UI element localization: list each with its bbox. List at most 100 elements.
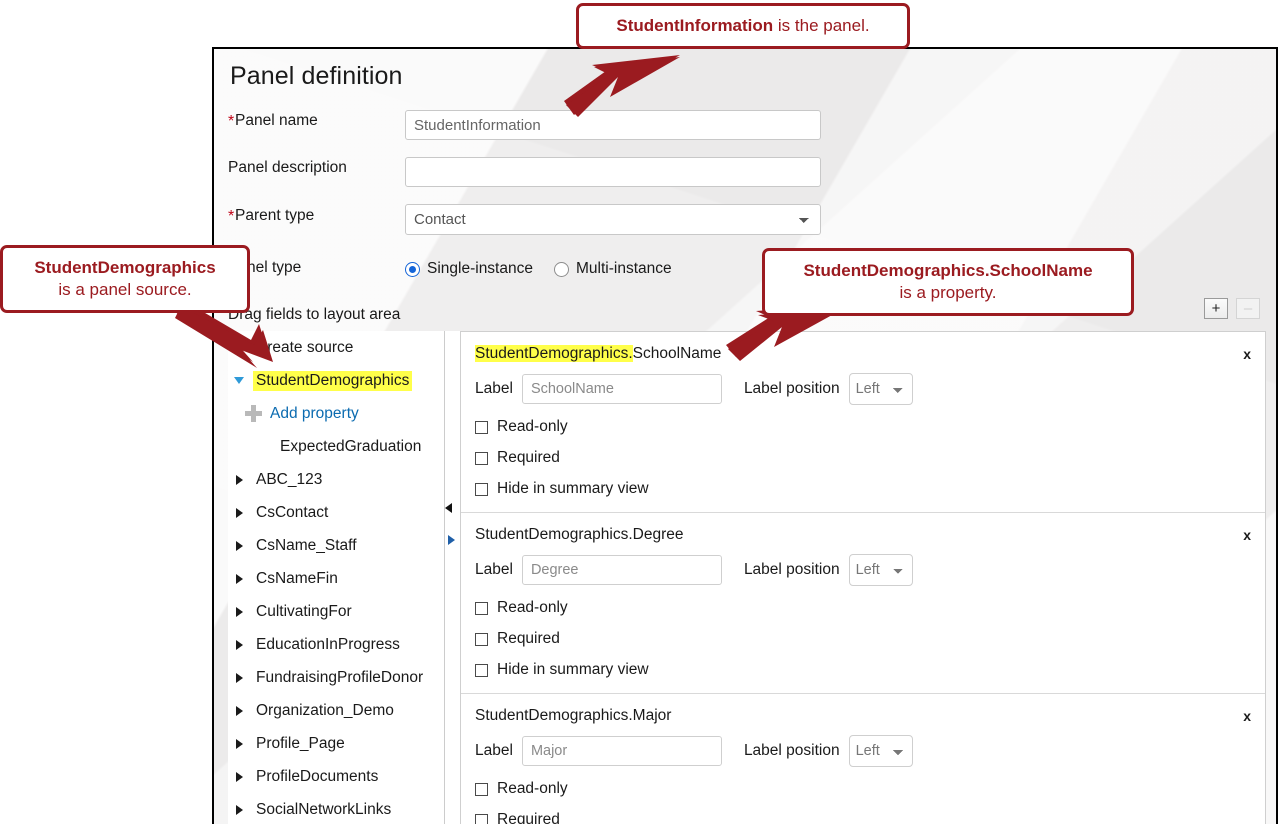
label-position-select[interactable]: Left — [848, 554, 913, 586]
panel-name-label: Panel name — [235, 112, 318, 129]
caret-right-icon[interactable] — [228, 573, 250, 584]
tree-item-cultivatingfor[interactable]: CultivatingFor — [228, 595, 444, 628]
caret-right-glyph — [235, 738, 243, 749]
plus-glyph — [231, 339, 248, 356]
caret-right-icon[interactable] — [228, 705, 250, 716]
tree-item-label: Create source — [256, 338, 354, 356]
parent-type-select[interactable]: Contact — [405, 204, 821, 235]
property-card-title: StudentDemographics.Degree — [475, 526, 684, 544]
tree-item-label: StudentDemographics — [253, 370, 413, 391]
tree-item-cscontact[interactable]: CsContact — [228, 496, 444, 529]
remove-property-button[interactable]: x — [1243, 708, 1251, 724]
caret-right-glyph — [235, 804, 243, 815]
tree-item-socialnetworklinks[interactable]: SocialNetworkLinks — [228, 793, 444, 824]
panel-layout-area[interactable]: StudentDemographics.SchoolName x LabelLabe… — [460, 331, 1266, 824]
screenshot-root: Panel definition * Panel name Panel desc… — [0, 0, 1284, 824]
checkbox-icon[interactable] — [475, 451, 488, 465]
callout-panel: StudentInformation is the panel. — [576, 3, 910, 49]
tree-item-label: ABC_123 — [256, 470, 323, 488]
plus-icon[interactable] — [242, 405, 264, 422]
radio-multi-instance[interactable]: Multi-instance — [554, 260, 672, 278]
label-position-select[interactable]: Left — [848, 735, 913, 767]
caret-right-glyph — [235, 705, 243, 716]
field-source-tree[interactable]: Create source StudentDemographics Add prop… — [228, 331, 445, 824]
callout-panel-source: StudentDemographics is a panel source. — [0, 245, 250, 313]
caret-down-icon[interactable] — [228, 377, 250, 384]
checkbox-icon[interactable] — [475, 420, 488, 434]
caret-right-icon[interactable] — [228, 672, 250, 683]
tree-item-csnamefin[interactable]: CsNameFin — [228, 562, 444, 595]
caret-right-glyph — [235, 771, 243, 782]
tree-item-organization-demo[interactable]: Organization_Demo — [228, 694, 444, 727]
checkbox-label: Required — [497, 630, 560, 647]
splitter-collapse-left-icon[interactable] — [445, 503, 452, 513]
callout-panel-bold: StudentInformation — [616, 16, 774, 35]
caret-right-icon[interactable] — [228, 771, 250, 782]
parent-type-label: Parent type — [235, 207, 315, 224]
checkbox-icon[interactable] — [475, 632, 488, 646]
panel-description-label: Panel description — [228, 159, 347, 176]
caret-right-glyph — [235, 639, 243, 650]
caret-right-icon[interactable] — [228, 639, 250, 650]
label-input[interactable] — [521, 736, 722, 766]
remove-property-button[interactable]: x — [1243, 527, 1251, 543]
checkbox-read-only[interactable]: Read-only — [475, 780, 1265, 798]
checkbox-icon[interactable] — [475, 482, 488, 496]
plus-icon[interactable] — [228, 339, 250, 356]
tree-item-create-source[interactable]: Create source — [228, 331, 444, 364]
tree-item-profile-page[interactable]: Profile_Page — [228, 727, 444, 760]
checkbox-icon[interactable] — [475, 663, 488, 677]
caret-right-icon[interactable] — [228, 804, 250, 815]
checkbox-read-only[interactable]: Read-only — [475, 418, 1265, 436]
caret-right-icon[interactable] — [228, 606, 250, 617]
label-caption: Label — [475, 742, 513, 759]
label-input[interactable] — [521, 374, 722, 404]
property-card: StudentDemographics.Major x Label Label pos… — [461, 694, 1265, 824]
caret-right-icon[interactable] — [228, 738, 250, 749]
tree-item-label: Add property — [270, 404, 359, 422]
checkbox-icon[interactable] — [475, 601, 488, 615]
tree-item-add-property[interactable]: Add property — [228, 397, 444, 430]
tree-item-educationinprogress[interactable]: EducationInProgress — [228, 628, 444, 661]
checkbox-required[interactable]: Required — [475, 449, 1265, 467]
radio-selected-icon — [405, 261, 420, 277]
caret-right-icon[interactable] — [228, 540, 250, 551]
radio-multi-instance-label: Multi-instance — [576, 260, 672, 277]
required-star-panel-name: * — [228, 113, 235, 130]
property-title-rest: StudentDemographics.Degree — [475, 526, 684, 543]
label-position-select[interactable]: Left — [848, 373, 913, 405]
remove-property-button[interactable]: x — [1243, 346, 1251, 362]
tree-item-studentdemographics[interactable]: StudentDemographics — [228, 364, 444, 397]
tree-item-csname-staff[interactable]: CsName_Staff — [228, 529, 444, 562]
label-input[interactable] — [521, 555, 722, 585]
panel-description-input[interactable] — [405, 157, 821, 187]
radio-unselected-icon — [554, 261, 569, 277]
checkbox-required[interactable]: Required — [475, 811, 1265, 824]
tree-item-profiledocuments[interactable]: ProfileDocuments — [228, 760, 444, 793]
tree-item-label: CsNameFin — [256, 569, 338, 587]
expand-designer-button[interactable]: + — [1204, 298, 1228, 319]
property-card-title: StudentDemographics.SchoolName — [475, 345, 721, 363]
splitter-expand-right-icon[interactable] — [448, 535, 455, 545]
tree-item-label: CsContact — [256, 503, 329, 521]
tree-item-abc-123[interactable]: ABC_123 — [228, 463, 444, 496]
checkbox-read-only[interactable]: Read-only — [475, 599, 1265, 617]
property-label-row: Label Label position Left — [475, 735, 1265, 767]
checkbox-icon[interactable] — [475, 813, 488, 824]
caret-right-glyph — [235, 507, 243, 518]
panel-name-input[interactable] — [405, 110, 821, 140]
property-title-rest: SchoolName — [632, 345, 722, 362]
radio-single-instance-label: Single-instance — [427, 260, 533, 277]
checkbox-hide-in-summary-view[interactable]: Hide in summary view — [475, 661, 1265, 679]
checkbox-hide-in-summary-view[interactable]: Hide in summary view — [475, 480, 1265, 498]
pane-splitter[interactable] — [440, 331, 455, 824]
panel-definition-window: Panel definition * Panel name Panel desc… — [212, 47, 1278, 824]
radio-single-instance[interactable]: Single-instance — [405, 260, 533, 278]
designer-size-buttons: + – — [1204, 298, 1260, 319]
tree-item-fundraisingprofiledonor[interactable]: FundraisingProfileDonor — [228, 661, 444, 694]
checkbox-required[interactable]: Required — [475, 630, 1265, 648]
tree-item-expectedgraduation[interactable]: ExpectedGraduation — [228, 430, 444, 463]
caret-right-icon[interactable] — [228, 474, 250, 485]
checkbox-icon[interactable] — [475, 782, 488, 796]
caret-right-icon[interactable] — [228, 507, 250, 518]
